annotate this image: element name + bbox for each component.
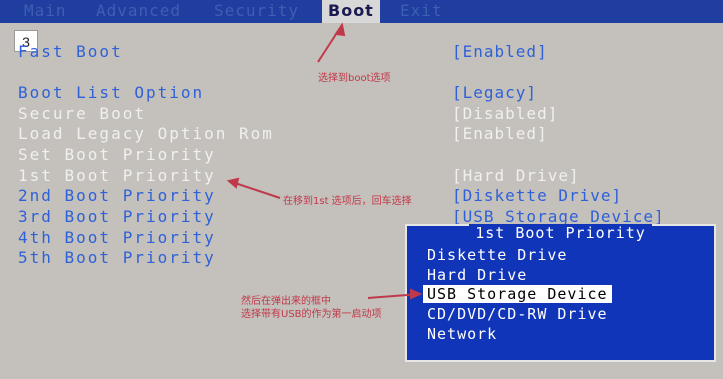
annotation-arrows — [226, 22, 423, 300]
